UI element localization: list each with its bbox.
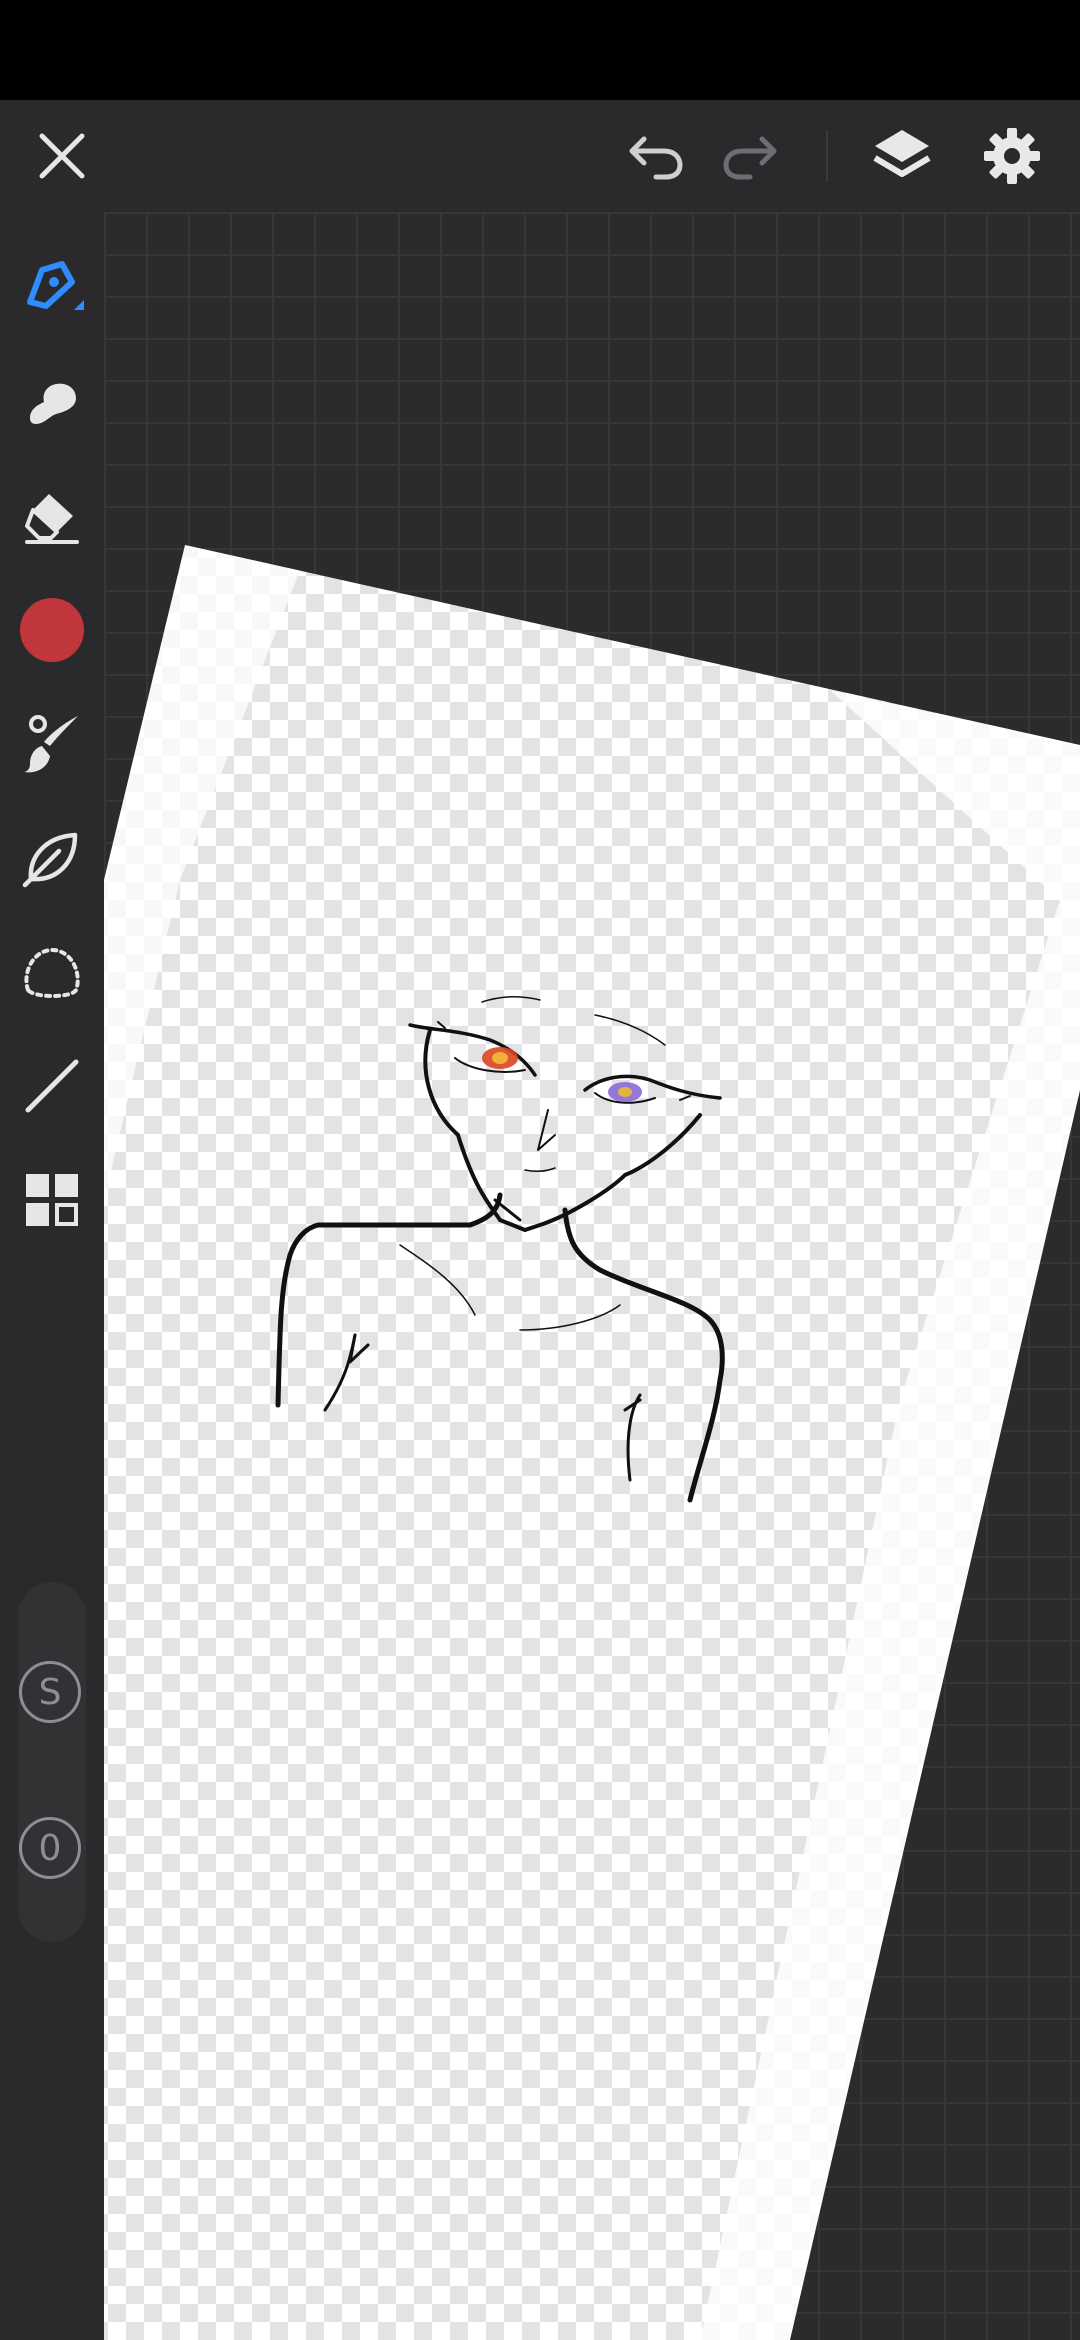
redo-icon [723,136,777,180]
workspace[interactable] [104,212,1080,2340]
grid-icon [26,1174,78,1226]
color-picker[interactable] [14,592,90,668]
line-tool[interactable] [14,1048,90,1124]
drawing-canvas[interactable] [104,212,1080,2340]
pen-tool[interactable] [14,250,90,326]
top-toolbar [0,100,1080,212]
smudge-tool[interactable] [14,364,90,440]
status-bar [0,0,1080,100]
pen-icon [27,261,84,310]
eraser-tool[interactable] [14,478,90,554]
selection-tool[interactable] [14,934,90,1010]
brush-tool[interactable] [14,706,90,782]
brush-size-slider[interactable] [18,1582,86,1942]
eraser-icon [25,494,79,544]
layers-icon [873,130,931,177]
close-icon [39,133,85,179]
close-button[interactable] [12,100,112,212]
leaf-icon [22,832,78,888]
undo-icon [629,136,683,180]
line-icon [25,1059,79,1113]
brush-size-label: S [38,1671,62,1713]
brush-size-button[interactable]: S [19,1661,81,1723]
redo-button[interactable] [700,100,800,212]
layers-button[interactable] [852,100,952,212]
lasso-fill-tool[interactable] [14,820,90,896]
left-tool-panel: S 0 [0,212,104,2340]
more-tools[interactable] [14,1162,90,1238]
brush-icon [24,715,78,773]
gear-icon [984,128,1040,184]
toolbar-divider [826,130,828,182]
opacity-label: 0 [38,1827,62,1869]
undo-button[interactable] [606,100,706,212]
color-swatch [20,598,84,662]
smudge-icon [30,383,76,424]
opacity-button[interactable]: 0 [19,1817,81,1879]
dotted-selection-icon [24,947,80,998]
settings-button[interactable] [962,100,1062,212]
